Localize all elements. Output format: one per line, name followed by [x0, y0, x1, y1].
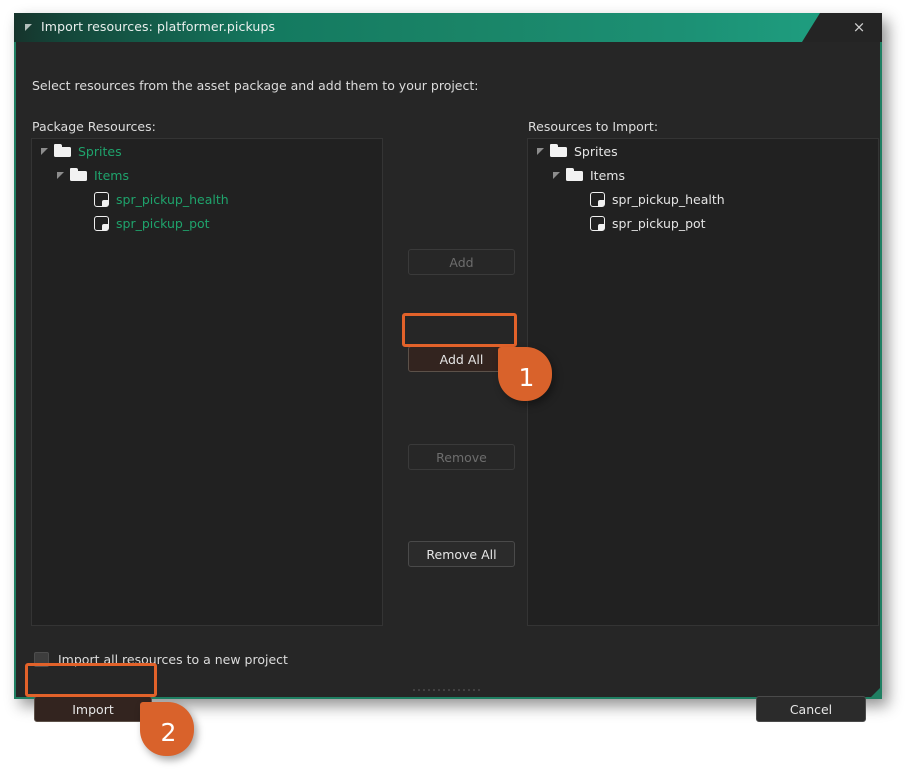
folder-icon [566, 168, 584, 182]
dialog-titlebar[interactable]: Import resources: platformer.pickups × [14, 13, 882, 42]
tree-item[interactable]: Items [32, 163, 382, 187]
sprite-icon [590, 215, 605, 231]
folder-icon [550, 144, 568, 158]
import-to-new-project-option[interactable]: Import all resources to a new project [34, 652, 288, 667]
folder-icon [54, 144, 72, 158]
import-to-new-project-label: Import all resources to a new project [58, 652, 288, 667]
dialog-body: Select resources from the asset package … [14, 42, 882, 722]
expander-triangle-icon[interactable] [552, 170, 563, 181]
expander-triangle-icon[interactable] [536, 146, 547, 157]
tree-item[interactable]: Items [528, 163, 878, 187]
tree-item-label: Sprites [78, 143, 122, 159]
tree-item-label: Sprites [574, 143, 618, 159]
folder-icon [70, 168, 88, 182]
instruction-text: Select resources from the asset package … [32, 78, 479, 93]
corner-accent [871, 688, 880, 697]
remove-all-button[interactable]: Remove All [408, 541, 515, 567]
callout-number: 2 [160, 717, 177, 747]
tree-item[interactable]: Sprites [32, 139, 382, 163]
package-resources-label: Package Resources: [32, 119, 156, 134]
callout-badge-1: 1 [498, 347, 552, 401]
close-icon[interactable]: × [836, 13, 882, 42]
import-button[interactable]: Import [34, 696, 152, 722]
tree-item[interactable]: Sprites [528, 139, 878, 163]
resize-grip[interactable] [413, 689, 483, 694]
tree-item-label: spr_pickup_health [116, 191, 229, 207]
dialog-title: Import resources: platformer.pickups [41, 19, 276, 34]
tree-item-label: spr_pickup_pot [116, 215, 210, 231]
callout-badge-2: 2 [140, 702, 194, 756]
window-menu-triangle-icon[interactable] [25, 24, 32, 31]
tree-item-label: spr_pickup_pot [612, 215, 706, 231]
tree-item[interactable]: spr_pickup_health [32, 187, 382, 211]
tree-item[interactable]: spr_pickup_pot [32, 211, 382, 235]
import-resources-dialog: Import resources: platformer.pickups × S… [14, 13, 882, 722]
remove-button[interactable]: Remove [408, 444, 515, 470]
cancel-button[interactable]: Cancel [756, 696, 866, 722]
tree-item-label: Items [590, 167, 625, 183]
expander-triangle-icon[interactable] [40, 146, 51, 157]
callout-number: 1 [518, 362, 535, 392]
tree-item[interactable]: spr_pickup_pot [528, 211, 878, 235]
sprite-icon [94, 215, 109, 231]
resources-to-import-label: Resources to Import: [528, 119, 659, 134]
expander-triangle-icon[interactable] [56, 170, 67, 181]
import-to-new-project-checkbox[interactable] [34, 652, 49, 667]
sprite-icon [94, 191, 109, 207]
package-resources-tree[interactable]: Sprites Items spr_pickup_health spr_pickup_… [31, 138, 383, 626]
sprite-icon [590, 191, 605, 207]
tree-item-label: spr_pickup_health [612, 191, 725, 207]
tree-item-label: Items [94, 167, 129, 183]
resources-to-import-tree[interactable]: Sprites Items spr_pickup_health spr_pickup_… [527, 138, 879, 626]
tree-item[interactable]: spr_pickup_health [528, 187, 878, 211]
add-button[interactable]: Add [408, 249, 515, 275]
